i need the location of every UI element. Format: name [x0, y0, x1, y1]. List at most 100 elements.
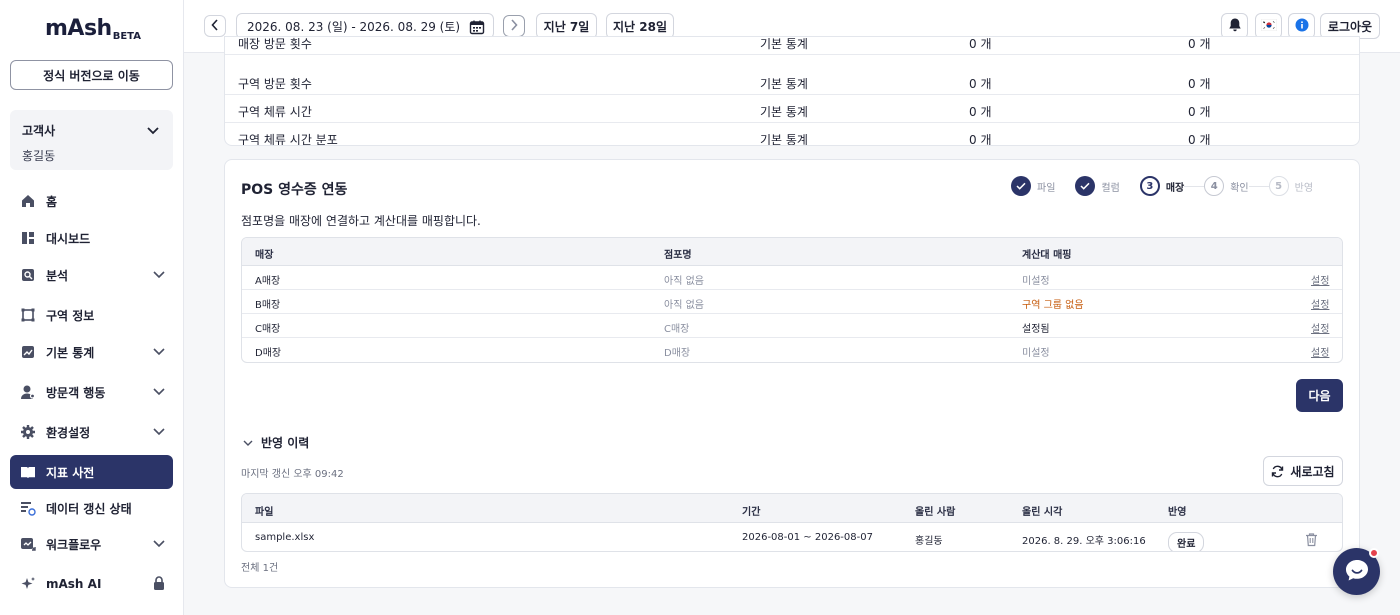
table-row: B매장 아직 없음 구역 그룹 없음 설정 — [242, 290, 1342, 314]
sidebar-item-label: 워크플로우 — [46, 537, 102, 552]
sidebar-item-data-refresh-status[interactable]: 데이터 갱신 상태 — [10, 491, 173, 525]
metric-value: 0 개 — [1188, 105, 1211, 119]
trash-icon[interactable] — [1305, 532, 1318, 550]
sidebar-item-label: 지표 사전 — [46, 465, 95, 480]
status-badge: 완료 — [1168, 532, 1205, 551]
configure-link[interactable]: 설정 — [1311, 296, 1329, 311]
mapping-status: 설정됨 — [1022, 324, 1050, 335]
sidebar-item-label: 구역 정보 — [46, 308, 95, 323]
chevron-down-icon — [153, 425, 165, 439]
sidebar-item-label: 분석 — [46, 268, 69, 283]
step-store: 3 매장 — [1139, 176, 1184, 196]
client-selector[interactable]: 고객사 홍길동 — [10, 110, 173, 170]
korea-flag-icon — [1260, 18, 1277, 34]
visitor-icon — [20, 384, 36, 400]
history-title: 반영 이력 — [261, 436, 310, 450]
step-number: 3 — [1139, 176, 1160, 196]
sidebar-item-basic-stats[interactable]: 기본 통계 — [10, 335, 173, 369]
branch-name: 아직 없음 — [664, 276, 704, 287]
chevron-down-icon — [153, 268, 165, 282]
table-row: sample.xlsx 2026-08-01 ~ 2026-08-07 홍길동 … — [242, 523, 1342, 551]
lock-icon — [153, 576, 165, 594]
chevron-down-icon — [153, 537, 165, 551]
column-header: 계산대 매핑 — [1022, 250, 1072, 261]
table-row: 구역 체류 시간 기본 통계 0 개 0 개 — [225, 95, 1359, 123]
step-number: 4 — [1204, 176, 1225, 196]
sidebar-item-analysis[interactable]: 분석 — [10, 258, 173, 292]
chat-bubble-icon — [1344, 558, 1370, 585]
sidebar-item-settings[interactable]: 환경설정 — [10, 415, 173, 449]
column-header: 올린 시각 — [1022, 507, 1063, 518]
step-number: 5 — [1268, 176, 1289, 196]
table-row: 구역 체류 시간 분포 기본 통계 0 개 0 개 — [225, 123, 1359, 146]
step-label: 파일 — [1037, 182, 1056, 194]
sidebar-item-workflow[interactable]: 워크플로우 — [10, 527, 173, 561]
store-name: B매장 — [255, 300, 281, 311]
metric-category: 기본 통계 — [760, 77, 808, 91]
chart-icon — [20, 344, 36, 360]
step-column: 컬럼 — [1075, 176, 1120, 196]
configure-link[interactable]: 설정 — [1311, 344, 1329, 359]
sync-list-icon — [20, 500, 36, 516]
metric-value: 0 개 — [1188, 77, 1211, 91]
metric-name: 구역 방문 횟수 — [238, 77, 312, 91]
zone-icon — [20, 307, 36, 323]
sidebar-item-label: 환경설정 — [46, 425, 91, 440]
sidebar-item-home[interactable]: 홈 — [10, 184, 173, 218]
sidebar-item-metric-dictionary[interactable]: 지표 사전 — [10, 455, 173, 489]
next-week-button[interactable] — [503, 15, 525, 37]
configure-link[interactable]: 설정 — [1311, 272, 1329, 287]
prev-week-button[interactable] — [204, 15, 226, 37]
sidebar-item-label: 홈 — [46, 194, 58, 209]
metric-value: 0 개 — [969, 105, 992, 119]
chevron-right-icon — [510, 18, 518, 34]
metric-table-card: 매장 방문 횟수 기본 통계 0 개 0 개 구역 방문 횟수 기본 통계 0 … — [224, 36, 1360, 146]
next-button[interactable]: 다음 — [1296, 379, 1343, 412]
step-file: 파일 — [1011, 176, 1055, 196]
uploader: 홍길동 — [915, 536, 943, 547]
store-name: D매장 — [255, 348, 282, 359]
logo-beta-badge: BETA — [112, 31, 141, 42]
store-name: A매장 — [255, 276, 281, 287]
sidebar-item-dashboard[interactable]: 대시보드 — [10, 221, 173, 255]
chevron-down-icon — [243, 436, 253, 450]
metric-category: 기본 통계 — [760, 133, 808, 146]
step-label: 확인 — [1230, 182, 1249, 194]
metric-value: 0 개 — [969, 133, 992, 146]
sidebar-item-mash-ai[interactable]: mAsh AI — [10, 567, 173, 601]
logo[interactable]: mAsh BETA — [45, 18, 141, 42]
sparkle-icon — [20, 576, 36, 592]
column-header: 매장 — [255, 250, 274, 261]
gear-icon — [20, 424, 36, 440]
uploaded-at: 2026. 8. 29. 오후 3:06:16 — [1022, 536, 1146, 547]
metric-name: 구역 체류 시간 분포 — [238, 133, 338, 146]
chevron-down-icon — [153, 345, 165, 359]
step-connector — [1248, 185, 1269, 187]
metric-value: 0 개 — [969, 37, 992, 51]
metric-category: 기본 통계 — [760, 37, 808, 51]
sidebar-item-label: 데이터 갱신 상태 — [46, 501, 132, 516]
metric-value: 0 개 — [1188, 37, 1211, 51]
step-label: 컬럼 — [1101, 182, 1120, 194]
official-version-button[interactable]: 정식 버전으로 이동 — [10, 60, 173, 90]
last-updated: 마지막 갱신 오후 09:42 — [241, 469, 344, 480]
configure-link[interactable]: 설정 — [1311, 320, 1329, 335]
mapping-status: 미설정 — [1022, 348, 1050, 359]
column-header: 올린 사람 — [915, 507, 956, 518]
refresh-button[interactable]: 새로고침 — [1263, 456, 1343, 486]
history-toggle[interactable]: 반영 이력 — [243, 434, 309, 451]
date-range-text: 2026. 08. 23 (일) - 2026. 08. 29 (토) — [247, 19, 461, 34]
mapping-status: 미설정 — [1022, 276, 1050, 287]
table-header: 매장 점포명 계산대 매핑 — [242, 238, 1342, 266]
mapping-status: 구역 그룹 없음 — [1022, 300, 1084, 311]
sidebar-item-visitor-behavior[interactable]: 방문객 행동 — [10, 375, 173, 409]
sidebar-item-zone-info[interactable]: 구역 정보 — [10, 298, 173, 332]
table-row: 매장 방문 횟수 기본 통계 0 개 0 개 — [225, 37, 1359, 55]
history-table: 파일 기간 올린 사람 올린 시각 반영 sample.xlsx 2026-08… — [241, 493, 1343, 552]
step-apply: 5 반영 — [1268, 176, 1313, 196]
table-row: D매장 D매장 미설정 설정 — [242, 338, 1342, 362]
card-title: POS 영수증 연동 — [241, 182, 348, 198]
home-icon — [20, 193, 36, 209]
metric-name: 매장 방문 횟수 — [238, 37, 312, 51]
branch-name: 아직 없음 — [664, 300, 704, 311]
